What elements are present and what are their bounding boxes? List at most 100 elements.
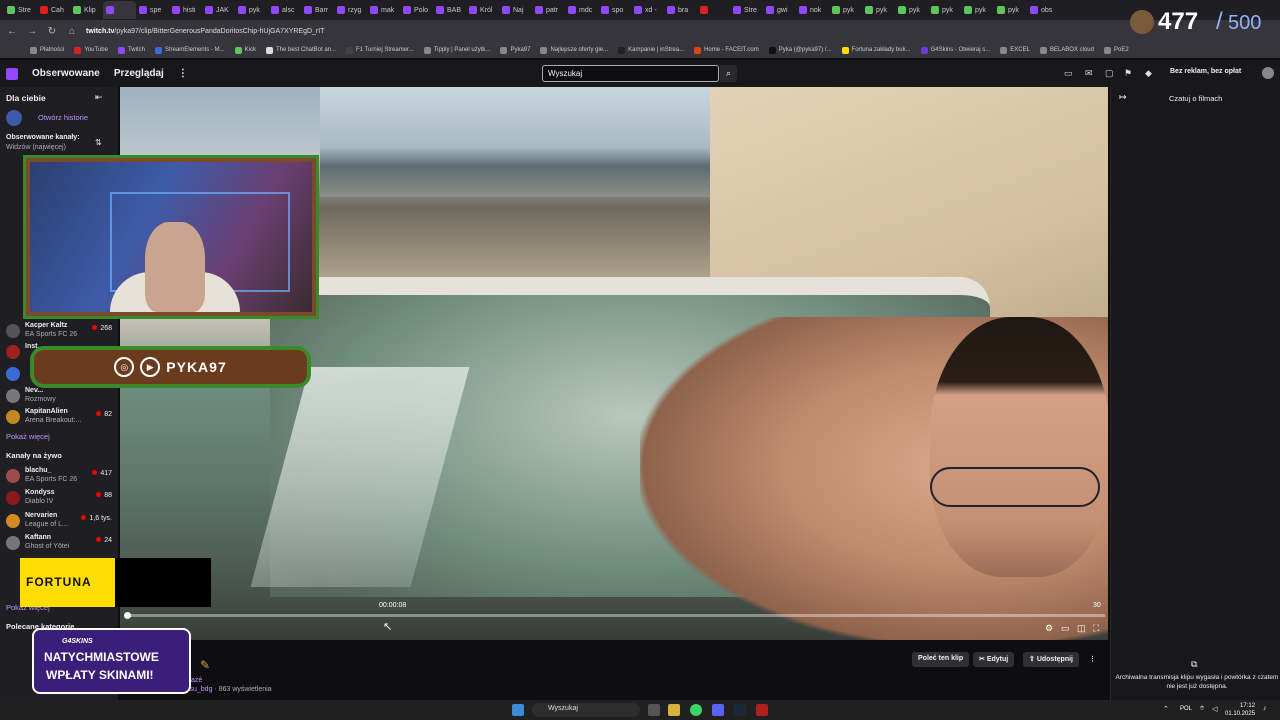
browser-tab[interactable]: rzyg xyxy=(334,1,367,19)
browser-tab[interactable]: pyk xyxy=(961,1,994,19)
search-input[interactable]: Wyszukaj xyxy=(542,65,719,82)
browser-tab[interactable]: obs xyxy=(1027,1,1060,19)
show-more-link[interactable]: Pokaż więcej xyxy=(6,432,50,441)
browser-tab[interactable]: mak xyxy=(367,1,400,19)
forward-icon[interactable]: → xyxy=(26,26,38,37)
back-icon[interactable]: ← xyxy=(6,26,18,37)
bookmark[interactable]: Pyka97 xyxy=(500,46,530,54)
browser-tab[interactable]: Barr xyxy=(301,1,334,19)
up-arrow-icon[interactable]: ⌃ xyxy=(1163,705,1169,713)
reload-icon[interactable]: ↻ xyxy=(46,26,58,37)
browser-tab[interactable]: alsc xyxy=(268,1,301,19)
more-menu-icon[interactable]: ⋮ xyxy=(178,68,188,79)
browser-tab[interactable]: histi xyxy=(169,1,202,19)
language-indicator[interactable]: POL xyxy=(1180,706,1192,712)
sidebar-channel[interactable]: Nev... Rozmowy xyxy=(6,386,114,406)
search-icon[interactable]: ⌕ xyxy=(720,65,737,82)
fullscreen-icon[interactable]: ⛶ xyxy=(1093,623,1099,634)
browser-tab[interactable]: xd - xyxy=(631,1,664,19)
browser-tab[interactable]: Klip xyxy=(70,1,103,19)
browser-tab[interactable]: pyk xyxy=(928,1,961,19)
bookmark[interactable]: BELABOX cloud xyxy=(1039,46,1094,54)
steam-icon[interactable] xyxy=(734,704,746,716)
bookmark[interactable]: YouTube xyxy=(74,46,108,54)
browser-tab[interactable]: spo xyxy=(598,1,631,19)
bookmark[interactable]: G4Skins - Otwieraj s... xyxy=(920,46,990,54)
taskbar-clock[interactable]: 17:12 01.10.2025 xyxy=(1225,702,1255,718)
browser-tab[interactable]: pyk xyxy=(235,1,268,19)
browser-tab[interactable]: patr xyxy=(532,1,565,19)
bookmark[interactable]: Kampanie | inStrea... xyxy=(618,46,684,54)
volume-icon[interactable]: ◁ xyxy=(1212,705,1217,713)
bookmark[interactable]: Tipply | Panel użytk... xyxy=(423,46,490,54)
bookmark[interactable]: Najlepsze oferty gie... xyxy=(540,46,608,54)
more-options-icon[interactable]: ⋮ xyxy=(1083,652,1102,667)
browser-tab[interactable]: mdc xyxy=(565,1,598,19)
share-button[interactable]: ⇧ Udostępnij xyxy=(1023,652,1079,667)
bookmark[interactable]: Twitch xyxy=(117,46,145,54)
bell-icon[interactable]: ♪ xyxy=(1263,705,1267,712)
browser-tab[interactable]: bra xyxy=(664,1,697,19)
bookmark[interactable]: F1 Turniej Streamer... xyxy=(346,46,414,54)
notifications-icon[interactable]: ⚑ xyxy=(1124,68,1132,79)
chrome-icon[interactable] xyxy=(690,704,702,716)
browser-tab[interactable]: JAK xyxy=(202,1,235,19)
browser-tab[interactable] xyxy=(103,1,136,19)
bookmark[interactable]: Kick xyxy=(234,46,256,54)
browser-tab[interactable]: Król xyxy=(466,1,499,19)
browser-tab[interactable]: pyk xyxy=(829,1,862,19)
browser-tab[interactable]: Cah xyxy=(37,1,70,19)
bookmark[interactable]: Home - FACEIT.com xyxy=(694,46,759,54)
browser-tab[interactable] xyxy=(697,1,730,19)
task-view-icon[interactable] xyxy=(648,704,660,716)
bookmark[interactable]: The best ChatBot an... xyxy=(265,46,336,54)
network-icon[interactable]: ⌾ xyxy=(1200,705,1204,713)
bookmark[interactable]: EXCEL xyxy=(1000,46,1030,54)
ad-free-button[interactable]: Bez reklam, bez opłat xyxy=(1170,68,1241,75)
recommend-clip-button[interactable]: Poleć ten klip xyxy=(912,652,970,667)
bookmark[interactable]: Fortuna zakłady buk... xyxy=(841,46,911,54)
twitch-logo-icon[interactable] xyxy=(6,67,18,80)
browser-tab[interactable]: pyk xyxy=(862,1,895,19)
sidebar-channel[interactable]: Kondyss Diablo IV 88 xyxy=(6,488,114,508)
browser-tab[interactable]: nok xyxy=(796,1,829,19)
file-explorer-icon[interactable] xyxy=(668,704,680,716)
collapse-chat-icon[interactable]: ↦ xyxy=(1119,92,1127,103)
start-icon[interactable] xyxy=(512,704,524,716)
browser-tab[interactable]: Naj xyxy=(499,1,532,19)
browser-tab[interactable]: spe xyxy=(136,1,169,19)
taskbar-search[interactable]: Wyszukaj xyxy=(532,703,640,717)
theatre-mode-icon[interactable]: ▭ xyxy=(1061,623,1070,634)
bits-icon[interactable]: ◆ xyxy=(1145,68,1152,79)
bookmark[interactable]: PoE2 xyxy=(1103,46,1129,54)
user-avatar[interactable] xyxy=(1262,67,1274,79)
browser-tab[interactable]: gwi xyxy=(763,1,796,19)
browser-tab[interactable]: pyk xyxy=(994,1,1027,19)
seek-handle[interactable] xyxy=(124,612,131,619)
prime-icon[interactable]: ▭ xyxy=(1064,68,1073,79)
home-icon[interactable]: ⌂ xyxy=(66,26,78,37)
edit-button[interactable]: ✂ Edytuj xyxy=(973,652,1015,667)
whispers-icon[interactable]: ▢ xyxy=(1105,68,1114,79)
browser-tab[interactable]: Stre xyxy=(730,1,763,19)
open-history-link[interactable]: Otwórz historie xyxy=(38,113,88,122)
inbox-icon[interactable]: ✉ xyxy=(1085,68,1093,79)
sidebar-channel[interactable]: Nervarien League of L... 1,6 tys. xyxy=(6,511,114,531)
obs-icon[interactable] xyxy=(756,704,768,716)
bookmark[interactable]: Płatności xyxy=(30,46,64,54)
settings-icon[interactable]: ⚙ xyxy=(1045,623,1053,634)
bookmark[interactable]: Pyka (@pyka97) /... xyxy=(768,46,832,54)
bookmark[interactable]: StreamElements - M... xyxy=(154,46,225,54)
sidebar-channel[interactable]: Kaftann Ghost of Yōtei 24 xyxy=(6,533,114,553)
browser-tab[interactable]: pyk xyxy=(895,1,928,19)
browser-tab[interactable]: BAB xyxy=(433,1,466,19)
seek-bar[interactable] xyxy=(127,614,1105,617)
sidebar-channel[interactable]: blachu_ EA Sports FC 26 417 xyxy=(6,466,114,486)
discord-icon[interactable] xyxy=(712,704,724,716)
browser-tab[interactable]: Polo xyxy=(400,1,433,19)
sort-icon[interactable]: ⇅ xyxy=(95,138,102,147)
nav-following[interactable]: Obserwowane xyxy=(32,68,100,79)
sidebar-channel[interactable]: KapitanAlien Arena Breakout:... 82 xyxy=(6,407,114,427)
nav-browse[interactable]: Przeglądaj xyxy=(114,68,164,79)
sidebar-channel[interactable]: Kacper Kaltz EA Sports FC 26 268 xyxy=(6,321,114,341)
